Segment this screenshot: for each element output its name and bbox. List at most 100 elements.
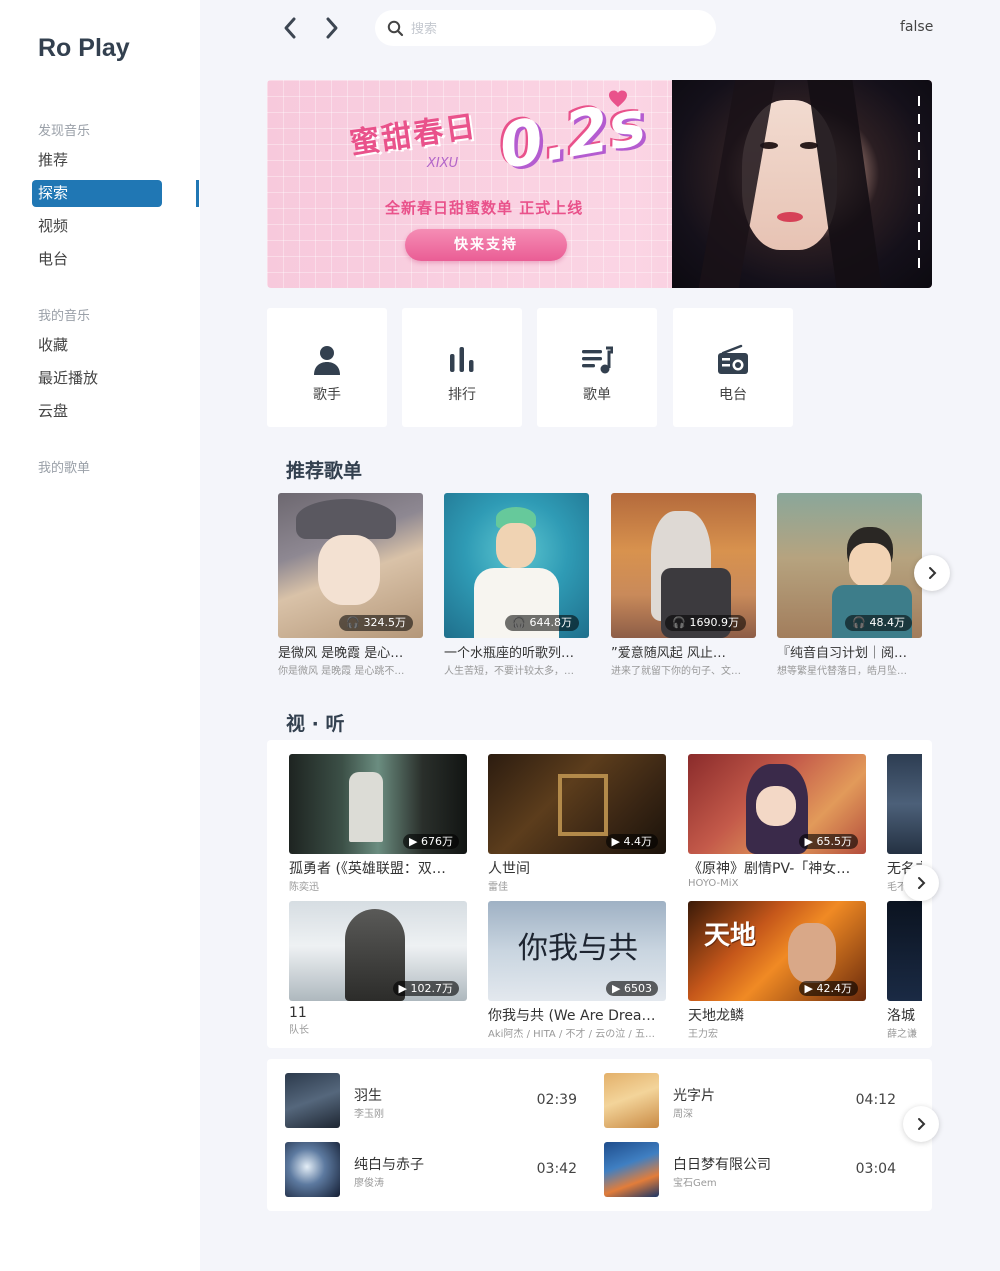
view-count-badge: ▶ 102.7万 — [392, 981, 459, 996]
video-title[interactable]: 你我与共 (We Are Drea… — [488, 1005, 658, 1025]
video-artist[interactable]: Aki阿杰 / HITA / 不才 / 云の泣 / 五… — [488, 1025, 658, 1040]
playlist-title[interactable]: 一个水瓶座的听歌列… — [444, 642, 589, 661]
song-row[interactable]: 光字片 周深 04:12 — [604, 1073, 904, 1129]
nav-heading[interactable]: 我的歌单 — [0, 457, 200, 481]
play-count-badge: 🎧 1690.9万 — [665, 615, 746, 631]
video-title[interactable]: 洛城 — [887, 1005, 922, 1025]
playlist-title[interactable]: 『纯音自习计划｜阅… — [777, 642, 922, 661]
song-duration: 03:04 — [855, 1161, 896, 1177]
playlist-desc: 人生苦短，不要计较太多，… — [444, 666, 574, 677]
cover-art-face — [318, 535, 380, 605]
song-artist[interactable]: 廖俊涛 — [354, 1174, 384, 1189]
banner-film-edge — [918, 96, 920, 276]
play-count-badge: 🎧 324.5万 — [339, 615, 413, 631]
videos-scroll-area: ▶ 676万 孤勇者 (《英雄联盟：双… 陈奕迅 ▶ 4.4万 人世间 雷佳 ▶… — [267, 740, 922, 1048]
video-card[interactable]: ▶ 4.4万 人世间 雷佳 — [488, 754, 666, 893]
sidebar-item-recent[interactable]: 最近播放 — [0, 362, 200, 395]
playlist-card[interactable]: 🎧 1690.9万 ”爱意随风起 风止… 进来了就留下你的句子、文… — [611, 493, 756, 677]
play-count-badge: 🎧 48.4万 — [845, 615, 912, 631]
song-row[interactable]: 羽生 李玉刚 02:39 — [285, 1073, 585, 1129]
video-artist[interactable]: 队长 — [289, 1021, 459, 1036]
quick-link-playlists[interactable]: 歌单 — [537, 308, 657, 427]
cover-art-hat — [296, 499, 396, 539]
quick-link-label: 电台 — [719, 387, 747, 403]
video-card[interactable]: 你我与共 ▶ 6503 你我与共 (We Are Drea… Aki阿杰 / H… — [488, 901, 666, 1040]
play-count: 48.4万 — [869, 616, 906, 629]
sidebar-item-radio[interactable]: 电台 — [0, 243, 200, 276]
quick-link-label: 歌单 — [583, 387, 611, 403]
promo-banner[interactable]: 蜜甜春日 XIXU 0.2s 全新春日甜蜜数单 正式上线 快来支持 — [267, 80, 932, 288]
quick-link-artists[interactable]: 歌手 — [267, 308, 387, 427]
video-cover — [887, 901, 922, 1001]
search-bar — [375, 10, 716, 46]
playlist-title[interactable]: ”爱意随风起 风止… — [611, 642, 756, 661]
video-title[interactable]: 11 — [289, 1005, 459, 1021]
playlist-card[interactable]: 🎧 644.8万 一个水瓶座的听歌列… 人生苦短，不要计较太多，… — [444, 493, 589, 677]
videos-next-button[interactable] — [903, 865, 939, 901]
person-icon — [314, 346, 340, 375]
video-card[interactable]: ▶ 65.5万 《原神》剧情PV-「神女… HOYO-MiX — [688, 754, 866, 889]
nav-section-discover: 发现音乐 推荐 探索 视频 电台 — [0, 120, 200, 276]
view-count: 6503 — [624, 982, 652, 995]
song-artist[interactable]: 周深 — [673, 1105, 693, 1120]
video-cover: 你我与共 ▶ 6503 — [488, 901, 666, 1001]
song-artist[interactable]: 宝石Gem — [673, 1174, 717, 1189]
video-title[interactable]: 天地龙鳞 — [688, 1005, 858, 1025]
playlist-card[interactable]: 🎧 48.4万 『纯音自习计划｜阅… 想等繁星代替落日，皓月坠… — [777, 493, 922, 677]
view-count-badge: ▶ 6503 — [606, 981, 658, 996]
sidebar-item-cloud[interactable]: 云盘 — [0, 395, 200, 428]
video-artist[interactable]: 陈奕迅 — [289, 878, 459, 893]
view-count-badge: ▶ 676万 — [403, 834, 459, 849]
play-count: 644.8万 — [529, 616, 573, 629]
video-cover: 天地 ▶ 42.4万 — [688, 901, 866, 1001]
playlist-title[interactable]: 是微风 是晚霞 是心… — [278, 642, 423, 661]
video-artist[interactable]: 薛之谦 — [887, 1025, 922, 1040]
song-row[interactable]: 纯白与赤子 廖俊涛 03:42 — [285, 1142, 585, 1198]
playlist-desc: 你是微风 是晚霞 是心跳不… — [278, 666, 405, 677]
user-status[interactable]: false — [900, 19, 933, 35]
cover-art-calligraphy: 你我与共 — [518, 931, 638, 966]
song-duration: 03:42 — [536, 1161, 577, 1177]
chevron-right-icon — [929, 567, 937, 579]
quick-link-charts[interactable]: 排行 — [402, 308, 522, 427]
video-artist[interactable]: HOYO-MiX — [688, 878, 858, 889]
songs-next-button[interactable] — [903, 1106, 939, 1142]
sidebar-item-explore[interactable]: 探索 — [0, 177, 200, 210]
video-card[interactable]: ▶ 102.7万 11 队长 — [289, 901, 467, 1036]
video-artist[interactable]: 雷佳 — [488, 878, 658, 893]
video-card[interactable]: ▶ 676万 孤勇者 (《英雄联盟：双… 陈奕迅 — [289, 754, 467, 893]
forward-button[interactable] — [320, 14, 344, 42]
view-count: 676万 — [421, 835, 453, 848]
song-title: 白日梦有限公司 — [673, 1157, 771, 1173]
sidebar-item-recommend[interactable]: 推荐 — [0, 144, 200, 177]
radio-icon — [718, 344, 748, 374]
video-card[interactable]: 洛城 薛之谦 — [887, 901, 922, 1040]
banner-headline: 全新春日甜蜜数单 正式上线 — [385, 199, 584, 217]
heart-icon — [609, 90, 627, 107]
playlist-card[interactable]: 🎧 324.5万 是微风 是晚霞 是心… 你是微风 是晚霞 是心跳不… — [278, 493, 423, 677]
app-logo[interactable]: Ro Play — [38, 34, 130, 63]
song-cover — [604, 1142, 659, 1197]
banner-cta-button[interactable]: 快来支持 — [405, 229, 567, 261]
banner-photo — [672, 80, 932, 288]
song-artist[interactable]: 李玉刚 — [354, 1105, 384, 1120]
video-cover: ▶ 65.5万 — [688, 754, 866, 854]
cover-art-frame — [558, 774, 608, 836]
videos-panel: ▶ 676万 孤勇者 (《英雄联盟：双… 陈奕迅 ▶ 4.4万 人世间 雷佳 ▶… — [267, 740, 932, 1048]
video-artist[interactable]: 王力宏 — [688, 1025, 858, 1040]
video-title[interactable]: 《原神》剧情PV-「神女… — [688, 858, 858, 878]
back-button[interactable] — [278, 14, 302, 42]
playlist-icon — [582, 346, 613, 374]
playlists-next-button[interactable] — [914, 555, 950, 591]
playlist-cover: 🎧 324.5万 — [278, 493, 423, 638]
playlist-desc: 进来了就留下你的句子、文… — [611, 666, 741, 677]
sidebar: Ro Play 发现音乐 推荐 探索 视频 电台 我的音乐 收藏 最近播放 云盘… — [0, 0, 200, 1271]
video-title[interactable]: 人世间 — [488, 858, 658, 878]
sidebar-item-favorites[interactable]: 收藏 — [0, 329, 200, 362]
video-card[interactable]: 天地 ▶ 42.4万 天地龙鳞 王力宏 — [688, 901, 866, 1040]
sidebar-item-video[interactable]: 视频 — [0, 210, 200, 243]
song-row[interactable]: 白日梦有限公司 宝石Gem 03:04 — [604, 1142, 904, 1198]
search-input[interactable] — [411, 18, 691, 40]
quick-link-radio[interactable]: 电台 — [673, 308, 793, 427]
video-title[interactable]: 孤勇者 (《英雄联盟：双… — [289, 858, 459, 878]
